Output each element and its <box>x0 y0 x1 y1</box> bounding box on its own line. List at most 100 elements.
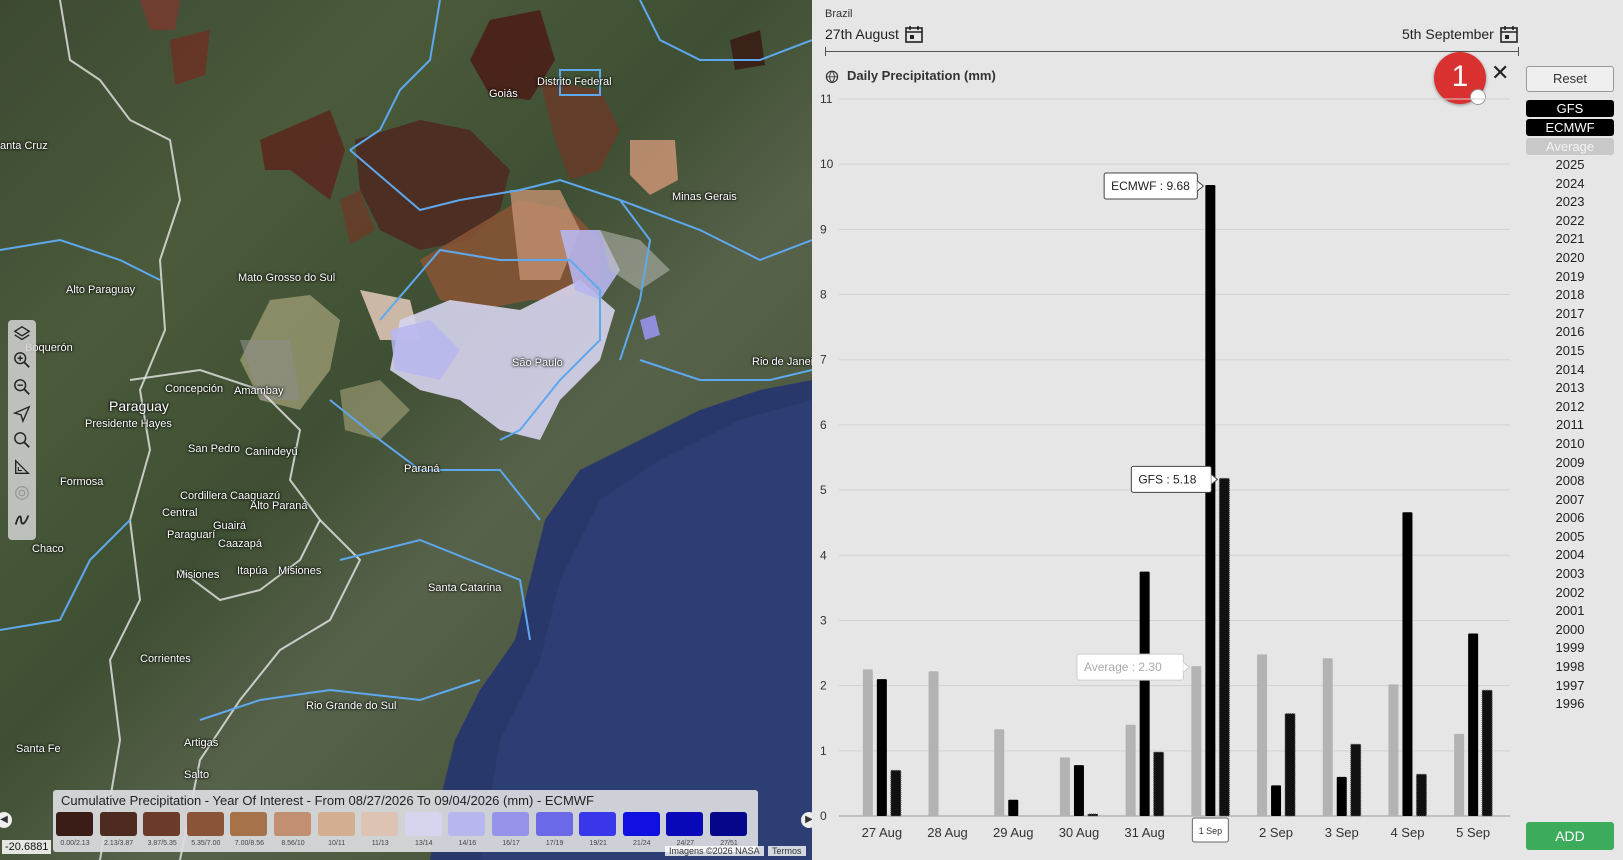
map-label: Guairá <box>213 520 247 532</box>
calendar-icon[interactable] <box>904 24 924 44</box>
add-button[interactable]: ADD <box>1526 822 1614 850</box>
bar-average <box>1125 724 1136 816</box>
precip-zone <box>630 140 678 195</box>
year-item[interactable]: 2021 <box>1526 230 1614 249</box>
x-tick-label: 31 Aug <box>1124 825 1165 840</box>
year-item[interactable]: 2008 <box>1526 472 1614 491</box>
map-label: Rio de Janei <box>752 356 812 368</box>
tooltip-text: Average : 2.30 <box>1084 660 1162 674</box>
end-date[interactable]: 5th September <box>1402 26 1494 42</box>
bar-average <box>1454 733 1465 816</box>
coordinate-readout: -20.6881 <box>2 840 52 854</box>
terms-link[interactable]: Termos <box>768 846 806 856</box>
year-item[interactable]: 2009 <box>1526 454 1614 473</box>
year-item[interactable]: 2024 <box>1526 175 1614 194</box>
y-tick-label: 5 <box>820 483 827 497</box>
y-tick-label: 2 <box>820 679 827 693</box>
legend-swatch <box>317 812 355 836</box>
tooltip-pointer <box>1183 661 1191 673</box>
bar-average <box>1257 654 1268 816</box>
reset-button[interactable]: Reset <box>1526 66 1614 92</box>
state-border <box>639 0 812 61</box>
year-item[interactable]: 2015 <box>1526 342 1614 361</box>
map-label: Paraguay <box>109 398 169 414</box>
year-item[interactable]: 2014 <box>1526 361 1614 380</box>
map-label: Misiones <box>176 569 220 581</box>
year-item[interactable]: 1997 <box>1526 677 1614 696</box>
model-toggle-average[interactable]: Average <box>1526 138 1614 155</box>
calendar-icon[interactable] <box>1499 24 1519 44</box>
year-item[interactable]: 2018 <box>1526 286 1614 305</box>
target-icon[interactable] <box>12 483 32 503</box>
year-item[interactable]: 2006 <box>1526 509 1614 528</box>
bar-average <box>1059 757 1070 816</box>
zoom-out-icon[interactable] <box>12 377 32 397</box>
year-item[interactable]: 2000 <box>1526 621 1614 640</box>
layers-icon[interactable] <box>12 324 32 344</box>
year-item[interactable]: 1998 <box>1526 658 1614 677</box>
year-item[interactable]: 2001 <box>1526 602 1614 621</box>
legend-swatch <box>579 812 617 836</box>
navigate-icon[interactable] <box>12 404 32 424</box>
year-item[interactable]: 2025 <box>1526 156 1614 175</box>
year-item[interactable]: 2010 <box>1526 435 1614 454</box>
year-item[interactable]: 2005 <box>1526 528 1614 547</box>
year-item[interactable]: 2016 <box>1526 323 1614 342</box>
year-item[interactable]: 2003 <box>1526 565 1614 584</box>
legend-swatch <box>710 812 747 836</box>
year-item[interactable]: 2017 <box>1526 305 1614 324</box>
legend-swatch-label: 16/17 <box>502 840 520 847</box>
bar-gfs <box>1481 689 1493 817</box>
legend-swatch <box>230 812 268 836</box>
bar-average <box>1322 658 1333 816</box>
year-item[interactable]: 1996 <box>1526 695 1614 714</box>
map-label: Presidente Hayes <box>85 418 172 430</box>
date-range-slider[interactable] <box>825 47 1519 56</box>
legend-swatch <box>274 812 311 836</box>
map-label: Rio Grande do Sul <box>306 700 397 712</box>
draw-icon[interactable] <box>12 510 32 530</box>
chart-title: Daily Precipitation (mm) <box>847 68 996 83</box>
precipitation-map[interactable]: Goiás Distrito Federal Minas Gerais anta… <box>0 0 812 860</box>
map-scroll-right-icon[interactable]: ▶ <box>801 812 812 828</box>
bar-gfs <box>1415 773 1427 817</box>
bar-ecmwf <box>876 679 887 816</box>
model-toggle-ecmwf[interactable]: ECMWF <box>1526 119 1614 136</box>
legend-swatch-label: 19/21 <box>589 840 607 847</box>
legend-swatch-label: 10/11 <box>328 840 346 847</box>
year-item[interactable]: 1999 <box>1526 639 1614 658</box>
year-item[interactable]: 2007 <box>1526 491 1614 510</box>
app-window: Goiás Distrito Federal Minas Gerais anta… <box>0 0 1623 860</box>
year-item[interactable]: 2019 <box>1526 268 1614 287</box>
legend-swatch <box>56 812 93 836</box>
precip-zone <box>730 30 765 70</box>
legend-swatch-label: 2.13/3.87 <box>103 840 134 847</box>
zoom-in-icon[interactable] <box>12 350 32 370</box>
globe-icon <box>825 70 839 84</box>
tooltip-pointer <box>1197 180 1205 192</box>
year-item[interactable]: 2002 <box>1526 584 1614 603</box>
y-tick-label: 0 <box>820 809 827 823</box>
legend-swatch <box>622 812 660 836</box>
legend-swatch-label: 13/14 <box>415 840 433 847</box>
bar-ecmwf <box>1271 785 1282 816</box>
y-tick-label: 7 <box>820 353 827 367</box>
start-date[interactable]: 27th August <box>825 26 899 42</box>
year-item[interactable]: 2020 <box>1526 249 1614 268</box>
year-item[interactable]: 2011 <box>1526 416 1614 435</box>
map-label: Artigas <box>184 737 219 749</box>
close-icon[interactable]: ✕ <box>1491 62 1509 84</box>
model-toggle-gfs[interactable]: GFS <box>1526 100 1614 117</box>
year-item[interactable]: 2022 <box>1526 212 1614 231</box>
year-item[interactable]: 2023 <box>1526 193 1614 212</box>
year-item[interactable]: 2013 <box>1526 379 1614 398</box>
map-label: Alto Paraguay <box>66 284 136 296</box>
x-tick-label: 27 Aug <box>862 825 903 840</box>
measure-icon[interactable] <box>12 457 32 477</box>
year-item[interactable]: 2012 <box>1526 398 1614 417</box>
bar-gfs <box>1087 813 1099 817</box>
y-tick-label: 1 <box>820 744 827 758</box>
map-label: Minas Gerais <box>672 191 737 203</box>
year-item[interactable]: 2004 <box>1526 546 1614 565</box>
search-icon[interactable] <box>12 430 32 450</box>
